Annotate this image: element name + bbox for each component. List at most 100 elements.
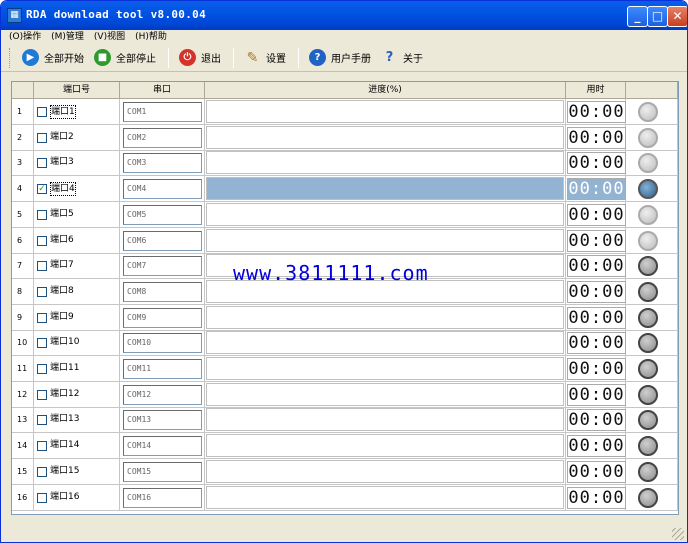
- port-checkbox[interactable]: [37, 261, 47, 272]
- port-label[interactable]: 端口6: [50, 234, 74, 246]
- port-label[interactable]: 端口14: [50, 439, 79, 451]
- settings-label: 设置: [266, 54, 286, 65]
- serial-port-field[interactable]: COM14: [123, 436, 202, 457]
- port-checkbox[interactable]: [37, 158, 47, 169]
- serial-port-field[interactable]: COM5: [123, 204, 202, 225]
- table-row[interactable]: 14 端口14 COM14 00:00: [12, 433, 678, 460]
- port-label[interactable]: 端口8: [50, 285, 74, 297]
- port-label[interactable]: 端口13: [50, 413, 79, 425]
- serial-port-field[interactable]: COM1: [123, 102, 202, 122]
- serial-port-field[interactable]: COM13: [123, 410, 202, 431]
- exit-button[interactable]: ⏻ 退出: [175, 47, 225, 69]
- serial-port-field[interactable]: COM6: [123, 230, 202, 251]
- port-label[interactable]: 端口5: [50, 208, 74, 220]
- app-icon[interactable]: ▦: [7, 8, 22, 23]
- header-serial[interactable]: 串口: [120, 82, 205, 99]
- table-row[interactable]: 2 端口2 COM2 00:00: [12, 124, 678, 151]
- port-label[interactable]: 端口7: [50, 259, 74, 271]
- status-indicator-icon: [638, 307, 658, 328]
- status-cell: [626, 381, 678, 408]
- elapsed-time: 00:00: [567, 460, 626, 483]
- progress-cell: [205, 484, 566, 511]
- serial-port-field[interactable]: COM8: [123, 281, 202, 302]
- port-label[interactable]: 端口9: [50, 311, 74, 323]
- serial-port-field[interactable]: COM3: [123, 153, 202, 174]
- port-checkbox[interactable]: [37, 312, 47, 323]
- table-row[interactable]: 4 ✓ 端口4 COM4 00:00: [12, 176, 678, 203]
- serial-port-field[interactable]: COM9: [123, 307, 202, 328]
- port-label[interactable]: 端口11: [50, 362, 79, 374]
- port-checkbox[interactable]: [37, 338, 47, 349]
- port-label[interactable]: 端口3: [50, 156, 74, 168]
- header-status[interactable]: [626, 82, 678, 99]
- serial-port-field[interactable]: COM11: [123, 359, 202, 379]
- table-row[interactable]: 15 端口15 COM15 00:00: [12, 458, 678, 485]
- table-row[interactable]: 6 端口6 COM6 00:00: [12, 227, 678, 254]
- row-index: 16: [12, 484, 34, 511]
- serial-port-field[interactable]: COM10: [123, 333, 202, 354]
- close-button[interactable]: ✕: [667, 6, 687, 27]
- status-indicator-icon: [638, 102, 658, 122]
- table-row[interactable]: 13 端口13 COM13 00:00: [12, 407, 678, 434]
- minimize-button[interactable]: _: [627, 6, 648, 27]
- menu-operate[interactable]: (O)操作: [9, 30, 41, 44]
- port-checkbox[interactable]: [37, 492, 47, 503]
- port-checkbox[interactable]: [37, 415, 47, 426]
- maximize-button[interactable]: □: [647, 6, 668, 27]
- port-checkbox[interactable]: [37, 286, 47, 297]
- port-label[interactable]: 端口16: [50, 491, 79, 503]
- port-checkbox[interactable]: [37, 466, 47, 477]
- progress-bar: [206, 485, 564, 509]
- elapsed-time: 00:00: [567, 435, 626, 458]
- settings-button[interactable]: ✎ 设置: [240, 47, 290, 69]
- menu-help[interactable]: (H)帮助: [135, 30, 167, 44]
- progress-cell: [205, 124, 566, 151]
- manual-button[interactable]: ? 用户手册: [305, 47, 375, 69]
- serial-port-field[interactable]: COM4: [123, 179, 202, 200]
- table-row[interactable]: 9 端口9 COM9 00:00: [12, 304, 678, 331]
- stop-all-button[interactable]: ■ 全部停止: [90, 47, 160, 69]
- status-indicator-icon: [638, 436, 658, 457]
- port-cell: 端口8: [34, 278, 120, 305]
- port-checkbox[interactable]: [37, 389, 47, 400]
- menu-view[interactable]: (V)视图: [94, 30, 125, 44]
- header-port[interactable]: 端口号: [34, 82, 120, 99]
- serial-port-field[interactable]: COM7: [123, 256, 202, 277]
- serial-port-field[interactable]: COM12: [123, 384, 202, 405]
- toolbar-grip[interactable]: [9, 47, 12, 68]
- port-checkbox[interactable]: [37, 209, 47, 220]
- table-row[interactable]: 10 端口10 COM10 00:00: [12, 330, 678, 357]
- resize-grip[interactable]: [672, 528, 684, 540]
- port-label[interactable]: 端口4: [50, 182, 76, 197]
- table-row[interactable]: 3 端口3 COM3 00:00: [12, 150, 678, 177]
- menu-manage[interactable]: (M)管理: [51, 30, 84, 44]
- port-checkbox[interactable]: [37, 441, 47, 452]
- title-bar[interactable]: ▦ RDA download tool v8.00.04 _ □ ✕: [1, 1, 687, 30]
- serial-port-field[interactable]: COM2: [123, 127, 202, 148]
- port-checkbox[interactable]: [37, 107, 47, 117]
- about-button[interactable]: ? 关于: [377, 47, 427, 69]
- play-icon: ▶: [22, 49, 39, 66]
- port-label[interactable]: 端口10: [50, 336, 79, 348]
- table-row[interactable]: 12 端口12 COM12 00:00: [12, 381, 678, 408]
- port-checkbox[interactable]: [37, 364, 47, 374]
- port-label[interactable]: 端口2: [50, 131, 74, 143]
- table-row[interactable]: 11 端口11 COM11 00:00: [12, 356, 678, 382]
- start-all-button[interactable]: ▶ 全部开始: [18, 47, 88, 69]
- serial-port-field[interactable]: COM16: [123, 487, 202, 508]
- header-time[interactable]: 用时: [566, 82, 626, 99]
- port-checkbox[interactable]: ✓: [37, 184, 47, 195]
- port-label[interactable]: 端口1: [50, 105, 76, 119]
- progress-cell: [205, 356, 566, 382]
- header-progress[interactable]: 进度(%): [205, 82, 566, 99]
- table-row[interactable]: 5 端口5 COM5 00:00: [12, 201, 678, 228]
- port-label[interactable]: 端口12: [50, 388, 79, 400]
- port-label[interactable]: 端口15: [50, 465, 79, 477]
- serial-port-field[interactable]: COM15: [123, 461, 202, 482]
- serial-cell: COM8: [120, 278, 205, 305]
- port-checkbox[interactable]: [37, 235, 47, 246]
- port-checkbox[interactable]: [37, 132, 47, 143]
- table-row[interactable]: 16 端口16 COM16 00:00: [12, 484, 678, 511]
- table-row[interactable]: 1 端口1 COM1 00:00: [12, 99, 678, 125]
- toolbar-separator: [233, 47, 234, 68]
